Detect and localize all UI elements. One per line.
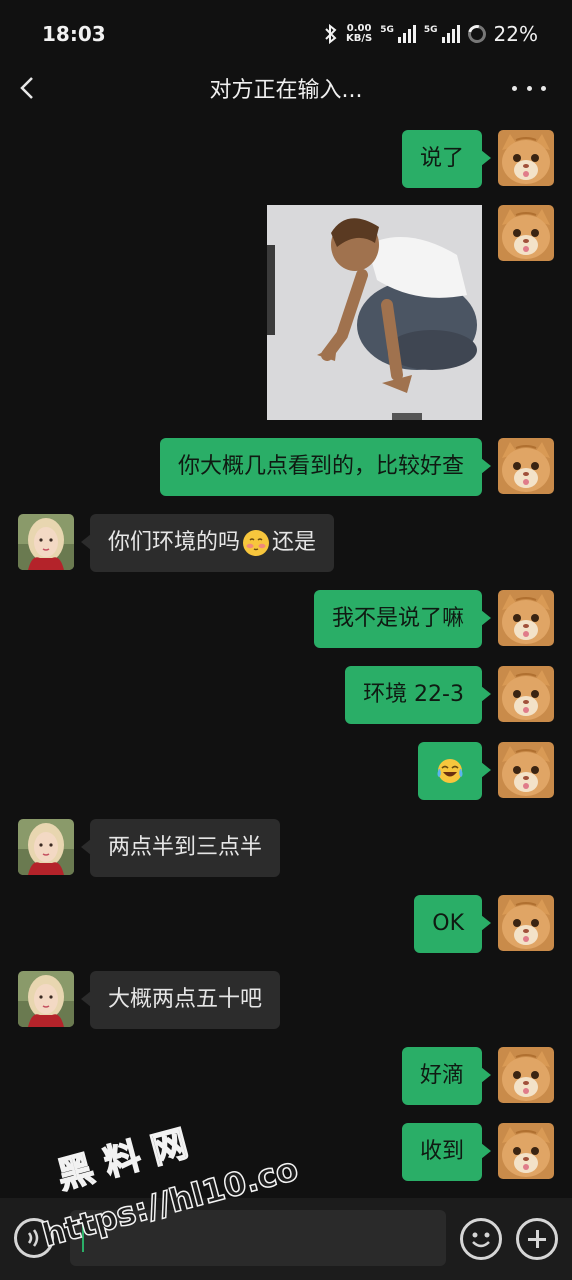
net-speed: 0.00 KB/S bbox=[346, 24, 372, 44]
message-row: 我不是说了嘛 bbox=[313, 590, 554, 648]
sim1-label: 5G bbox=[380, 25, 394, 35]
tears-of-joy-emoji bbox=[437, 759, 463, 783]
input-bar bbox=[0, 1198, 572, 1280]
more-dots-icon bbox=[512, 85, 517, 91]
status-icons: 0.00 KB/S 5G 5G 22% bbox=[324, 21, 538, 47]
battery-icon bbox=[464, 21, 489, 47]
plus-button[interactable] bbox=[516, 1218, 558, 1260]
message-row bbox=[267, 205, 554, 420]
avatar[interactable] bbox=[498, 1047, 554, 1103]
message-row: 两点半到三点半 bbox=[18, 819, 281, 877]
emoji-icon bbox=[472, 1232, 490, 1248]
message-text: 你们环境的吗 bbox=[108, 530, 241, 555]
avatar[interactable] bbox=[18, 819, 74, 875]
text-cursor bbox=[82, 1224, 84, 1252]
shy-face-emoji bbox=[243, 530, 270, 556]
avatar[interactable] bbox=[498, 130, 554, 186]
avatar[interactable] bbox=[498, 205, 554, 261]
avatar[interactable] bbox=[498, 895, 554, 951]
message-row: 好滴 bbox=[401, 1047, 554, 1105]
message-row: 收到 bbox=[401, 1123, 554, 1181]
net-speed-unit: KB/S bbox=[346, 33, 373, 44]
message-row bbox=[418, 742, 554, 800]
message-row: 你大概几点看到的，比较好查 bbox=[159, 438, 554, 496]
message-bubble[interactable]: 我不是说了嘛 bbox=[313, 590, 492, 648]
message-bubble[interactable]: 大概两点五十吧 bbox=[80, 971, 281, 1029]
status-time: 18:03 bbox=[42, 22, 106, 46]
battery-percent: 22% bbox=[493, 22, 538, 46]
image-message[interactable] bbox=[267, 205, 482, 420]
message-row: 说了 bbox=[401, 130, 554, 188]
avatar[interactable] bbox=[498, 742, 554, 798]
status-bar: 18:03 0.00 KB/S 5G 5G 22% bbox=[0, 0, 572, 68]
message-bubble[interactable]: 说了 bbox=[401, 130, 492, 188]
message-row: 大概两点五十吧 bbox=[18, 971, 281, 1029]
message-bubble[interactable]: 你大概几点看到的，比较好查 bbox=[159, 438, 492, 496]
message-bubble[interactable]: OK bbox=[414, 895, 491, 953]
message-bubble[interactable]: 两点半到三点半 bbox=[80, 819, 281, 877]
back-arrow-icon bbox=[20, 77, 33, 99]
voice-button[interactable] bbox=[14, 1218, 54, 1258]
avatar[interactable] bbox=[18, 971, 74, 1027]
bluetooth-icon bbox=[325, 24, 337, 44]
sim2-label: 5G bbox=[423, 25, 438, 35]
message-text: 还是 bbox=[272, 530, 317, 555]
avatar[interactable] bbox=[498, 1123, 554, 1179]
watermark-line1: 黑 料 网 bbox=[53, 1123, 192, 1197]
message-row: 你们环境的吗 还是 bbox=[18, 514, 335, 572]
message-bubble[interactable]: 环境 22-3 bbox=[345, 666, 491, 724]
avatar[interactable] bbox=[498, 590, 554, 646]
avatar[interactable] bbox=[498, 666, 554, 722]
animated-man-image bbox=[267, 205, 482, 420]
emoji-button[interactable] bbox=[460, 1218, 502, 1260]
message-bubble[interactable]: 好滴 bbox=[401, 1047, 492, 1105]
message-bubble[interactable]: 你们环境的吗 还是 bbox=[80, 514, 335, 572]
message-row: 环境 22-3 bbox=[345, 666, 554, 724]
more-button[interactable] bbox=[512, 74, 546, 102]
signal-icon: 5G bbox=[380, 25, 416, 43]
avatar[interactable] bbox=[498, 438, 554, 494]
message-bubble[interactable]: 收到 bbox=[401, 1123, 492, 1181]
message-bubble[interactable] bbox=[418, 742, 491, 800]
voice-icon bbox=[27, 1229, 39, 1247]
chat-title: 对方正在输入... bbox=[209, 78, 363, 103]
back-button[interactable] bbox=[14, 72, 44, 104]
avatar[interactable] bbox=[18, 514, 74, 570]
message-input[interactable] bbox=[70, 1210, 446, 1266]
chat-header: 对方正在输入... bbox=[0, 68, 572, 108]
message-row: OK bbox=[414, 895, 554, 953]
signal-icon: 5G bbox=[424, 25, 460, 43]
